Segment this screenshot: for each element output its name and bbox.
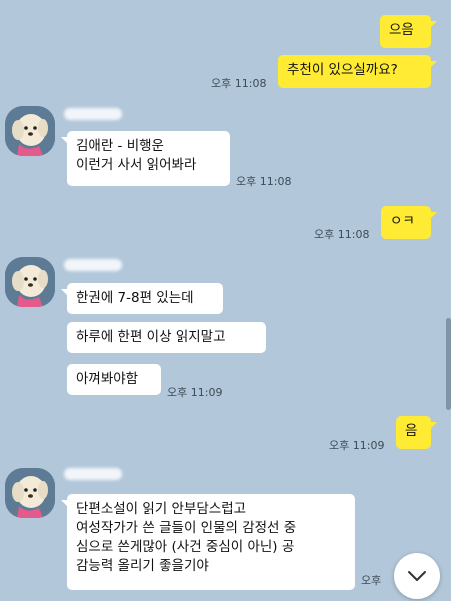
their-message: 하루에 한편 이상 읽지말고 bbox=[67, 322, 266, 353]
my-message: ㅇㅋ bbox=[381, 206, 437, 239]
scroll-to-bottom-button[interactable] bbox=[394, 553, 440, 599]
their-message: 아껴봐야함 bbox=[67, 364, 161, 395]
avatar[interactable] bbox=[5, 468, 55, 518]
sender-name bbox=[64, 468, 122, 480]
dog-avatar-icon bbox=[5, 257, 55, 307]
my-message: 추천이 있으실까요? bbox=[278, 55, 437, 88]
their-message: 단편소설이 읽기 안부담스럽고 여성작가가 쓴 글들이 인물의 감정선 중 심으… bbox=[61, 494, 355, 590]
avatar[interactable] bbox=[5, 257, 55, 307]
their-message: 한권에 7-8편 있는데 bbox=[61, 283, 223, 314]
message-time: 오후 11:08 bbox=[211, 77, 267, 90]
sender-name bbox=[64, 108, 122, 120]
message-time: 오후 bbox=[361, 574, 382, 587]
dog-avatar-icon bbox=[5, 468, 55, 518]
avatar[interactable] bbox=[5, 106, 55, 156]
message-time: 오후 11:08 bbox=[314, 228, 370, 241]
dog-avatar-icon bbox=[5, 106, 55, 156]
chevron-down-icon bbox=[408, 571, 426, 581]
message-time: 오후 11:09 bbox=[329, 439, 385, 452]
scrollbar[interactable] bbox=[446, 318, 451, 410]
sender-name bbox=[64, 259, 122, 271]
message-time: 오후 11:08 bbox=[236, 175, 292, 188]
their-message: 김애란 - 비행운 이런거 사서 읽어봐라 bbox=[61, 131, 230, 186]
message-time: 오후 11:09 bbox=[167, 386, 223, 399]
my-message: 으음 bbox=[380, 15, 437, 48]
my-message: 음 bbox=[396, 416, 437, 449]
